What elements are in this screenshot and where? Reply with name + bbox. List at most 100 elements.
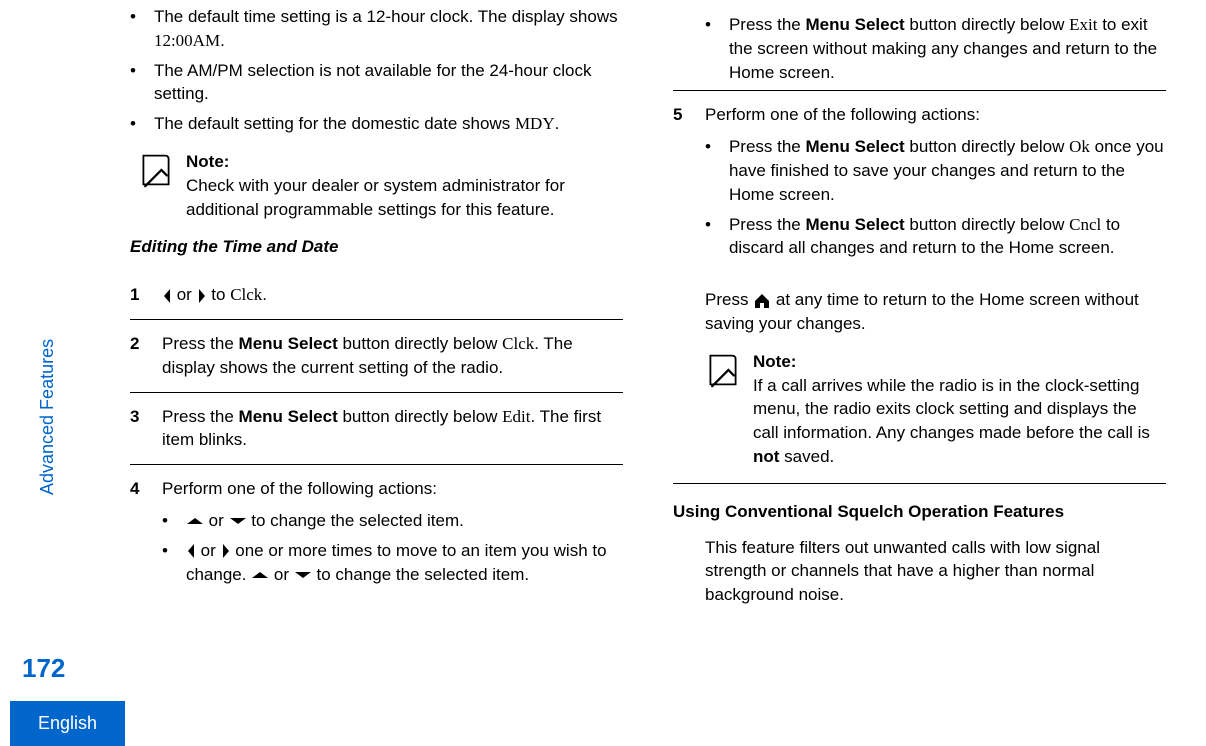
divider: [130, 464, 623, 465]
down-arrow-icon: [229, 516, 247, 526]
code-text: Ok: [1069, 137, 1090, 156]
note-text: Note: If a call arrives while the radio …: [753, 350, 1166, 469]
text: .: [555, 114, 560, 133]
text: saved.: [779, 447, 834, 466]
text: Press the: [729, 137, 806, 156]
bullet-item: Press the Menu Select button directly be…: [705, 13, 1166, 84]
down-arrow-icon: [294, 570, 312, 580]
bold-text: not: [753, 447, 779, 466]
note-body: If a call arrives while the radio is in …: [753, 374, 1166, 469]
code-text: Clck: [502, 334, 534, 353]
divider: [673, 483, 1166, 484]
sub-bullets: or to change the selected item. or one o…: [162, 509, 623, 586]
divider: [673, 90, 1166, 91]
text: to change the selected item.: [312, 565, 529, 584]
bullet-item: Press the Menu Select button directly be…: [705, 213, 1166, 261]
text: button directly below: [905, 15, 1069, 34]
note-text: Note: Check with your dealer or system a…: [186, 150, 623, 221]
note-title: Note:: [753, 350, 1166, 374]
text: .: [262, 285, 267, 304]
step-number: 3: [130, 405, 146, 453]
bold-text: Menu Select: [806, 215, 905, 234]
bold-text: Menu Select: [239, 407, 338, 426]
step: 3 Press the Menu Select button directly …: [130, 395, 623, 463]
text: Press: [705, 290, 753, 309]
text: The AM/PM selection is not available for…: [154, 59, 623, 107]
divider: [130, 319, 623, 320]
code-text: Edit: [502, 407, 530, 426]
step-lead: Perform one of the following actions:: [162, 477, 623, 501]
step-number: 2: [130, 332, 146, 380]
paragraph: Press at any time to return to the Home …: [673, 288, 1166, 336]
side-rail: Advanced Features 172: [0, 0, 70, 746]
step-number: 4: [130, 477, 146, 592]
step: 4 Perform one of the following actions: …: [130, 467, 623, 602]
code-text: Clck: [230, 285, 262, 304]
right-arrow-icon: [197, 288, 207, 304]
text: button directly below: [338, 407, 502, 426]
text: The default setting for the domestic dat…: [154, 114, 515, 133]
section-label: Advanced Features: [35, 339, 60, 495]
bullet-item: Press the Menu Select button directly be…: [705, 135, 1166, 206]
right-arrow-icon: [221, 543, 231, 559]
left-arrow-icon: [162, 288, 172, 304]
bold-text: Menu Select: [239, 334, 338, 353]
note-block: Note: Check with your dealer or system a…: [138, 150, 623, 221]
step-body: or to Clck.: [162, 283, 623, 307]
text: or: [172, 285, 197, 304]
intro-bullets: The default time setting is a 12-hour cl…: [130, 5, 623, 136]
text: .: [220, 31, 225, 50]
subheading: Using Conventional Squelch Operation Fea…: [673, 500, 1166, 524]
content-area: The default time setting is a 12-hour cl…: [70, 0, 1206, 746]
note-block: Note: If a call arrives while the radio …: [705, 350, 1166, 469]
code-text: Cncl: [1069, 215, 1101, 234]
right-column: Press the Menu Select button directly be…: [673, 5, 1166, 686]
step-body: Press the Menu Select button directly be…: [162, 332, 623, 380]
text: button directly below: [905, 137, 1069, 156]
text: button directly below: [905, 215, 1069, 234]
step-number: 1: [130, 283, 146, 307]
text: at any time to return to the Home screen…: [705, 290, 1139, 333]
text: or: [204, 511, 229, 530]
paragraph: This feature filters out unwanted calls …: [673, 536, 1166, 607]
text: to change the selected item.: [247, 511, 464, 530]
note-body: Check with your dealer or system adminis…: [186, 174, 623, 222]
step-lead: Perform one of the following actions:: [705, 103, 1166, 127]
text: or: [196, 541, 221, 560]
note-title: Note:: [186, 150, 623, 174]
language-tab: English: [10, 701, 125, 746]
note-icon: [138, 152, 174, 188]
text: to: [207, 285, 231, 304]
code-text: MDY: [515, 114, 555, 133]
step: 2 Press the Menu Select button directly …: [130, 322, 623, 390]
text: or: [269, 565, 294, 584]
text: If a call arrives while the radio is in …: [753, 376, 1150, 443]
text: Press the: [162, 407, 239, 426]
text: Press the: [162, 334, 239, 353]
bullet-item: The default time setting is a 12-hour cl…: [130, 5, 623, 53]
step-body: Perform one of the following actions: or…: [162, 477, 623, 592]
up-arrow-icon: [251, 570, 269, 580]
up-arrow-icon: [186, 516, 204, 526]
bold-text: Menu Select: [806, 137, 905, 156]
note-icon: [705, 352, 741, 388]
bullet-item: The AM/PM selection is not available for…: [130, 59, 623, 107]
subheading: Editing the Time and Date: [130, 235, 623, 259]
bullet-item: or to change the selected item.: [162, 509, 623, 533]
step: 1 or to Clck.: [130, 273, 623, 317]
step-body: Press the Menu Select button directly be…: [162, 405, 623, 453]
bullet-item: The default setting for the domestic dat…: [130, 112, 623, 136]
bullet-item: or one or more times to move to an item …: [162, 539, 623, 587]
continuation-bullets: Press the Menu Select button directly be…: [673, 13, 1166, 84]
text: The default time setting is a 12-hour cl…: [154, 7, 618, 26]
text: Press the: [729, 15, 806, 34]
step: 5 Perform one of the following actions: …: [673, 93, 1166, 276]
home-icon: [753, 293, 771, 309]
step-body: Perform one of the following actions: Pr…: [705, 103, 1166, 266]
divider: [130, 392, 623, 393]
step-number: 5: [673, 103, 689, 266]
left-arrow-icon: [186, 543, 196, 559]
text: Press the: [729, 215, 806, 234]
sub-bullets: Press the Menu Select button directly be…: [705, 135, 1166, 260]
left-column: The default time setting is a 12-hour cl…: [130, 5, 623, 686]
